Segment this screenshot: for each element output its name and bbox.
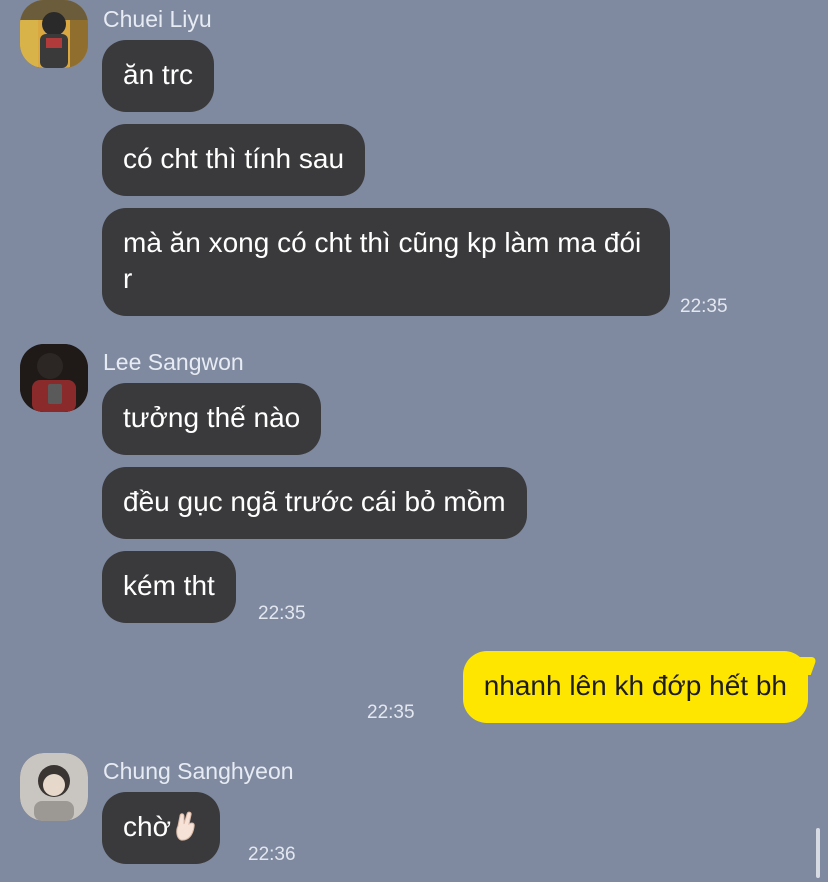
message-bubble[interactable]: tưởng thế nào <box>102 383 322 455</box>
message-time: 22:36 <box>248 844 296 865</box>
avatar-image <box>20 753 88 821</box>
message-bubble[interactable]: chờ <box>102 792 220 864</box>
sender-name: Chung Sanghyeon <box>103 758 294 784</box>
avatar-lee-sangwon[interactable] <box>20 344 88 412</box>
avatar-image <box>20 0 88 68</box>
scrollbar[interactable] <box>816 828 820 878</box>
avatar-chung-sanghyeon[interactable] <box>20 753 88 821</box>
message-time: 22:35 <box>680 296 728 317</box>
message-bubble[interactable]: có cht thì tính sau <box>102 124 366 196</box>
avatar-chuei-liyu[interactable] <box>20 0 88 68</box>
message-bubble[interactable]: mà ăn xong có cht thì cũng kp làm ma đói… <box>102 208 670 316</box>
message-bubble[interactable]: kém tht <box>102 551 236 623</box>
message-text: chờ <box>123 811 171 842</box>
avatar-image <box>20 344 88 412</box>
outgoing-message-bubble[interactable]: nhanh lên kh đớp hết bh <box>462 651 808 723</box>
sender-name: Chuei Liyu <box>103 6 212 32</box>
pinching-hand-emoji-icon <box>173 810 199 851</box>
message-time: 22:35 <box>367 702 415 723</box>
message-time: 22:35 <box>258 603 306 624</box>
message-bubble[interactable]: đều gục ngã trước cái bỏ mồm <box>102 467 527 539</box>
sender-name: Lee Sangwon <box>103 349 244 375</box>
message-bubble[interactable]: ăn trc <box>102 40 215 112</box>
